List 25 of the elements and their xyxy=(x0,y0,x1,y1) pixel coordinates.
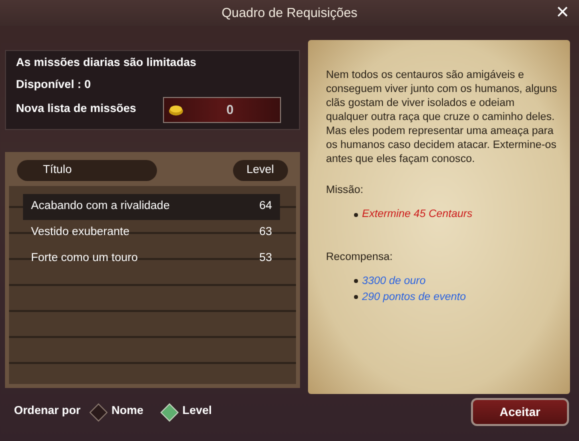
bullet-icon xyxy=(354,212,358,217)
mission-description: Nem todos os centauros são amigáveis e conseguem viver junto com os humanos, alguns clãs gostam de viver isolados e odeiam qualquer outra raça que cruze o caminho deles. Mas eles podem representar uma ameaça para os humanos caso decidem atacar. Extermine-os antes que eles façam conosco. xyxy=(326,68,558,166)
mission-label: Missão: xyxy=(326,184,364,196)
mission-objective: Extermine 45 Centaurs xyxy=(362,208,472,220)
window-title: Quadro de Requisições xyxy=(222,4,358,22)
mission-row[interactable]: Forte como um touro 53 xyxy=(23,246,280,272)
column-header: Título xyxy=(17,160,157,182)
accept-button[interactable]: Aceitar xyxy=(471,398,569,426)
new-list-label: Nova lista de missões xyxy=(16,102,136,116)
bullet-icon xyxy=(354,295,358,300)
close-button[interactable]: × xyxy=(554,0,571,24)
radio-label[interactable]: Nome xyxy=(111,403,144,421)
mission-row[interactable]: Acabando com a rivalidade 64 xyxy=(23,194,280,220)
radio-label[interactable]: Level xyxy=(182,403,212,421)
mission-row[interactable]: Vestido exuberante 63 xyxy=(23,220,280,246)
limit-notice: As missões diarias são limitadas xyxy=(16,57,196,69)
bullet-icon xyxy=(354,278,358,283)
reward-item: 290 pontos de evento xyxy=(362,290,466,303)
new-list-cost-field[interactable]: 0 xyxy=(163,96,281,123)
available-count: Disponível : 0 xyxy=(16,78,91,91)
coins-icon xyxy=(168,104,184,116)
column-header: Level xyxy=(232,160,288,182)
reward-label: Recompensa: xyxy=(326,250,393,263)
reward-item: 3300 de ouro xyxy=(362,274,426,287)
sort-label: Ordenar por xyxy=(14,404,80,420)
